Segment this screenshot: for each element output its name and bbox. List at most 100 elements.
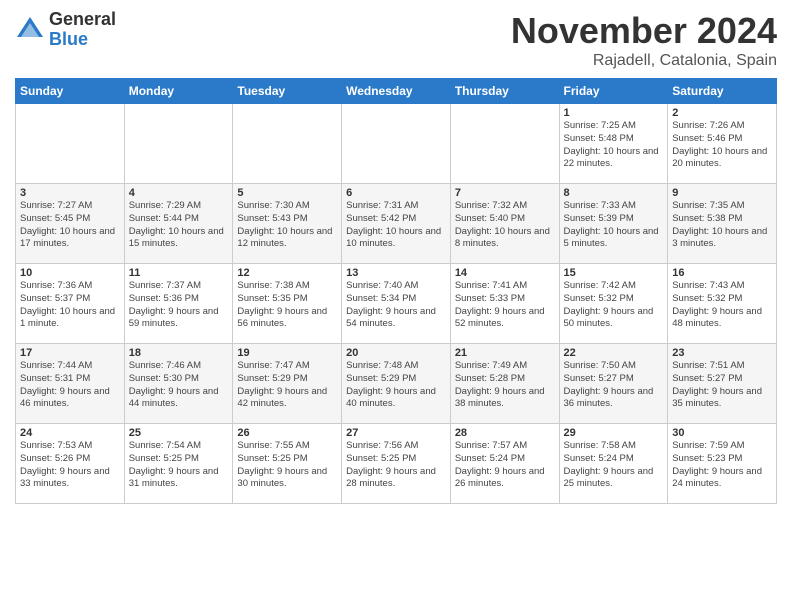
calendar-week-4: 17Sunrise: 7:44 AM Sunset: 5:31 PM Dayli…	[16, 344, 777, 424]
day-number: 22	[564, 347, 664, 359]
day-info: Sunrise: 7:33 AM Sunset: 5:39 PM Dayligh…	[564, 200, 664, 251]
calendar-cell-w4-d4: 20Sunrise: 7:48 AM Sunset: 5:29 PM Dayli…	[342, 344, 451, 424]
logo-icon	[15, 15, 45, 45]
calendar-cell-w1-d3	[233, 104, 342, 184]
day-info: Sunrise: 7:48 AM Sunset: 5:29 PM Dayligh…	[346, 360, 446, 411]
day-info: Sunrise: 7:32 AM Sunset: 5:40 PM Dayligh…	[455, 200, 555, 251]
day-number: 29	[564, 427, 664, 439]
day-info: Sunrise: 7:51 AM Sunset: 5:27 PM Dayligh…	[672, 360, 772, 411]
page: General Blue November 2024 Rajadell, Cat…	[0, 0, 792, 612]
calendar-week-2: 3Sunrise: 7:27 AM Sunset: 5:45 PM Daylig…	[16, 184, 777, 264]
calendar-cell-w1-d2	[124, 104, 233, 184]
calendar-cell-w5-d4: 27Sunrise: 7:56 AM Sunset: 5:25 PM Dayli…	[342, 424, 451, 504]
col-friday: Friday	[559, 79, 668, 104]
calendar-cell-w3-d4: 13Sunrise: 7:40 AM Sunset: 5:34 PM Dayli…	[342, 264, 451, 344]
calendar-table: Sunday Monday Tuesday Wednesday Thursday…	[15, 78, 777, 504]
col-wednesday: Wednesday	[342, 79, 451, 104]
calendar-cell-w2-d6: 8Sunrise: 7:33 AM Sunset: 5:39 PM Daylig…	[559, 184, 668, 264]
logo-text: General Blue	[49, 10, 116, 50]
day-number: 10	[20, 267, 120, 279]
day-number: 20	[346, 347, 446, 359]
day-number: 12	[237, 267, 337, 279]
calendar-cell-w2-d1: 3Sunrise: 7:27 AM Sunset: 5:45 PM Daylig…	[16, 184, 125, 264]
calendar-cell-w2-d2: 4Sunrise: 7:29 AM Sunset: 5:44 PM Daylig…	[124, 184, 233, 264]
calendar-cell-w4-d7: 23Sunrise: 7:51 AM Sunset: 5:27 PM Dayli…	[668, 344, 777, 424]
day-info: Sunrise: 7:40 AM Sunset: 5:34 PM Dayligh…	[346, 280, 446, 331]
month-title: November 2024	[511, 10, 777, 52]
day-number: 27	[346, 427, 446, 439]
day-number: 18	[129, 347, 229, 359]
calendar-cell-w1-d5	[450, 104, 559, 184]
day-number: 3	[20, 187, 120, 199]
day-info: Sunrise: 7:31 AM Sunset: 5:42 PM Dayligh…	[346, 200, 446, 251]
col-monday: Monday	[124, 79, 233, 104]
col-thursday: Thursday	[450, 79, 559, 104]
logo-blue-text: Blue	[49, 30, 116, 50]
calendar-cell-w5-d3: 26Sunrise: 7:55 AM Sunset: 5:25 PM Dayli…	[233, 424, 342, 504]
logo-general-text: General	[49, 10, 116, 30]
day-info: Sunrise: 7:46 AM Sunset: 5:30 PM Dayligh…	[129, 360, 229, 411]
day-number: 30	[672, 427, 772, 439]
day-info: Sunrise: 7:58 AM Sunset: 5:24 PM Dayligh…	[564, 440, 664, 491]
calendar-cell-w4-d1: 17Sunrise: 7:44 AM Sunset: 5:31 PM Dayli…	[16, 344, 125, 424]
day-number: 16	[672, 267, 772, 279]
calendar-cell-w3-d1: 10Sunrise: 7:36 AM Sunset: 5:37 PM Dayli…	[16, 264, 125, 344]
calendar-cell-w4-d3: 19Sunrise: 7:47 AM Sunset: 5:29 PM Dayli…	[233, 344, 342, 424]
day-number: 13	[346, 267, 446, 279]
day-info: Sunrise: 7:26 AM Sunset: 5:46 PM Dayligh…	[672, 120, 772, 171]
calendar-cell-w2-d5: 7Sunrise: 7:32 AM Sunset: 5:40 PM Daylig…	[450, 184, 559, 264]
col-saturday: Saturday	[668, 79, 777, 104]
calendar-header-row: Sunday Monday Tuesday Wednesday Thursday…	[16, 79, 777, 104]
day-number: 5	[237, 187, 337, 199]
calendar-week-1: 1Sunrise: 7:25 AM Sunset: 5:48 PM Daylig…	[16, 104, 777, 184]
day-number: 15	[564, 267, 664, 279]
day-info: Sunrise: 7:41 AM Sunset: 5:33 PM Dayligh…	[455, 280, 555, 331]
day-info: Sunrise: 7:57 AM Sunset: 5:24 PM Dayligh…	[455, 440, 555, 491]
calendar-week-5: 24Sunrise: 7:53 AM Sunset: 5:26 PM Dayli…	[16, 424, 777, 504]
day-info: Sunrise: 7:59 AM Sunset: 5:23 PM Dayligh…	[672, 440, 772, 491]
day-info: Sunrise: 7:43 AM Sunset: 5:32 PM Dayligh…	[672, 280, 772, 331]
day-info: Sunrise: 7:56 AM Sunset: 5:25 PM Dayligh…	[346, 440, 446, 491]
calendar-cell-w4-d5: 21Sunrise: 7:49 AM Sunset: 5:28 PM Dayli…	[450, 344, 559, 424]
calendar-cell-w2-d3: 5Sunrise: 7:30 AM Sunset: 5:43 PM Daylig…	[233, 184, 342, 264]
calendar-cell-w2-d4: 6Sunrise: 7:31 AM Sunset: 5:42 PM Daylig…	[342, 184, 451, 264]
day-info: Sunrise: 7:53 AM Sunset: 5:26 PM Dayligh…	[20, 440, 120, 491]
calendar-cell-w1-d6: 1Sunrise: 7:25 AM Sunset: 5:48 PM Daylig…	[559, 104, 668, 184]
col-tuesday: Tuesday	[233, 79, 342, 104]
day-number: 9	[672, 187, 772, 199]
day-number: 28	[455, 427, 555, 439]
day-number: 19	[237, 347, 337, 359]
day-number: 7	[455, 187, 555, 199]
day-number: 8	[564, 187, 664, 199]
calendar-cell-w5-d2: 25Sunrise: 7:54 AM Sunset: 5:25 PM Dayli…	[124, 424, 233, 504]
day-number: 24	[20, 427, 120, 439]
calendar-cell-w5-d6: 29Sunrise: 7:58 AM Sunset: 5:24 PM Dayli…	[559, 424, 668, 504]
day-number: 26	[237, 427, 337, 439]
day-info: Sunrise: 7:27 AM Sunset: 5:45 PM Dayligh…	[20, 200, 120, 251]
calendar-cell-w4-d2: 18Sunrise: 7:46 AM Sunset: 5:30 PM Dayli…	[124, 344, 233, 424]
calendar-cell-w3-d3: 12Sunrise: 7:38 AM Sunset: 5:35 PM Dayli…	[233, 264, 342, 344]
day-number: 17	[20, 347, 120, 359]
calendar-cell-w5-d1: 24Sunrise: 7:53 AM Sunset: 5:26 PM Dayli…	[16, 424, 125, 504]
logo: General Blue	[15, 10, 116, 50]
day-info: Sunrise: 7:44 AM Sunset: 5:31 PM Dayligh…	[20, 360, 120, 411]
day-info: Sunrise: 7:30 AM Sunset: 5:43 PM Dayligh…	[237, 200, 337, 251]
day-info: Sunrise: 7:42 AM Sunset: 5:32 PM Dayligh…	[564, 280, 664, 331]
day-info: Sunrise: 7:36 AM Sunset: 5:37 PM Dayligh…	[20, 280, 120, 331]
calendar-week-3: 10Sunrise: 7:36 AM Sunset: 5:37 PM Dayli…	[16, 264, 777, 344]
day-info: Sunrise: 7:29 AM Sunset: 5:44 PM Dayligh…	[129, 200, 229, 251]
header: General Blue November 2024 Rajadell, Cat…	[15, 10, 777, 70]
calendar-cell-w3-d7: 16Sunrise: 7:43 AM Sunset: 5:32 PM Dayli…	[668, 264, 777, 344]
calendar-cell-w1-d7: 2Sunrise: 7:26 AM Sunset: 5:46 PM Daylig…	[668, 104, 777, 184]
calendar-cell-w3-d2: 11Sunrise: 7:37 AM Sunset: 5:36 PM Dayli…	[124, 264, 233, 344]
day-info: Sunrise: 7:50 AM Sunset: 5:27 PM Dayligh…	[564, 360, 664, 411]
day-info: Sunrise: 7:37 AM Sunset: 5:36 PM Dayligh…	[129, 280, 229, 331]
day-number: 21	[455, 347, 555, 359]
day-info: Sunrise: 7:55 AM Sunset: 5:25 PM Dayligh…	[237, 440, 337, 491]
day-number: 25	[129, 427, 229, 439]
day-number: 6	[346, 187, 446, 199]
calendar-cell-w3-d6: 15Sunrise: 7:42 AM Sunset: 5:32 PM Dayli…	[559, 264, 668, 344]
col-sunday: Sunday	[16, 79, 125, 104]
calendar-cell-w5-d7: 30Sunrise: 7:59 AM Sunset: 5:23 PM Dayli…	[668, 424, 777, 504]
calendar-cell-w1-d4	[342, 104, 451, 184]
